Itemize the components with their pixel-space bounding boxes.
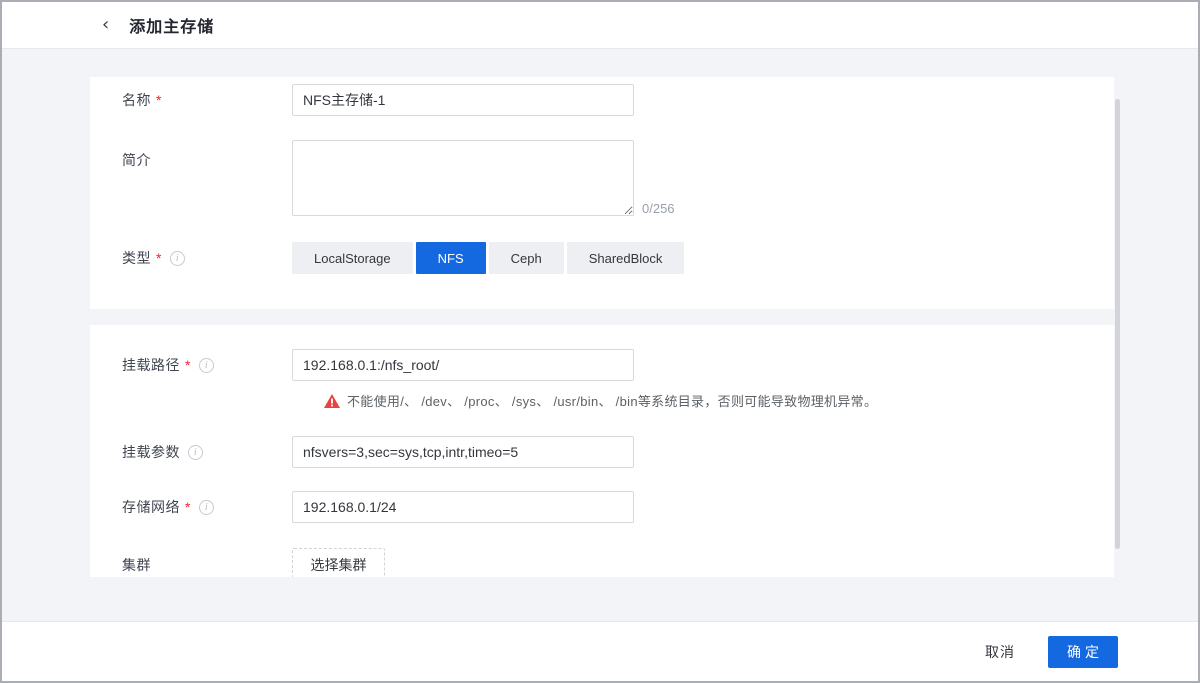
- mount-path-input[interactable]: [292, 349, 634, 381]
- name-row: 名称*: [90, 77, 1114, 116]
- select-cluster-button[interactable]: 选择集群: [292, 548, 385, 577]
- storage-network-label: 存储网络* i: [122, 497, 292, 517]
- mount-options-info-icon[interactable]: i: [188, 445, 203, 460]
- mount-path-warning: 不能使用/、 /dev、 /proc、 /sys、 /usr/bin、 /bin…: [90, 391, 1114, 410]
- type-info-icon[interactable]: i: [170, 251, 185, 266]
- type-option-nfs[interactable]: NFS: [416, 242, 486, 274]
- page-footer: 取消 确定: [2, 621, 1198, 681]
- warning-text: 不能使用/、 /dev、 /proc、 /sys、 /usr/bin、 /bin…: [347, 391, 877, 410]
- mount-path-label: 挂载路径* i: [122, 355, 292, 375]
- mount-path-info-icon[interactable]: i: [199, 358, 214, 373]
- required-mark: *: [156, 92, 162, 108]
- storage-network-input[interactable]: [292, 491, 634, 523]
- cancel-button[interactable]: 取消: [985, 642, 1015, 662]
- description-row: 简介 0/256: [90, 140, 1114, 216]
- mount-options-row: 挂载参数 i: [90, 436, 1114, 468]
- mount-path-row: 挂载路径* i: [90, 325, 1114, 381]
- type-button-group: LocalStorageNFSCephSharedBlock: [292, 242, 684, 274]
- cluster-label: 集群: [122, 555, 292, 575]
- required-mark: *: [156, 250, 162, 266]
- type-row: 类型* i LocalStorageNFSCephSharedBlock: [90, 242, 1114, 274]
- description-label: 简介: [122, 140, 292, 170]
- storage-network-info-icon[interactable]: i: [199, 500, 214, 515]
- name-label: 名称*: [122, 90, 292, 110]
- type-option-ceph[interactable]: Ceph: [489, 242, 564, 274]
- required-mark: *: [185, 499, 191, 515]
- mount-options-input[interactable]: [292, 436, 634, 468]
- mount-options-label: 挂载参数 i: [122, 442, 292, 462]
- description-textarea[interactable]: [292, 140, 634, 216]
- type-option-sharedblock[interactable]: SharedBlock: [567, 242, 685, 274]
- add-primary-storage-page: ‹ 添加主存储 名称* 简介 0/256 类型* i LocalStorageN…: [0, 0, 1200, 683]
- page-header: ‹ 添加主存储: [2, 2, 1198, 49]
- confirm-button[interactable]: 确定: [1048, 636, 1118, 668]
- char-counter: 0/256: [642, 201, 675, 216]
- scrollbar-thumb[interactable]: [1115, 99, 1120, 549]
- type-option-localstorage[interactable]: LocalStorage: [292, 242, 413, 274]
- page-title: 添加主存储: [129, 13, 214, 37]
- name-input[interactable]: [292, 84, 634, 116]
- required-mark: *: [185, 357, 191, 373]
- back-icon[interactable]: ‹: [102, 16, 109, 34]
- storage-network-row: 存储网络* i: [90, 491, 1114, 523]
- type-label: 类型* i: [122, 248, 292, 268]
- nfs-settings-card: 挂载路径* i 不能使用/、 /dev、 /proc、 /sys、 /usr/b…: [90, 325, 1114, 577]
- warning-triangle-icon: [324, 394, 340, 408]
- basic-info-card: 名称* 简介 0/256 类型* i LocalStorageNFSCephSh…: [90, 77, 1114, 309]
- cluster-row: 集群 选择集群: [90, 548, 1114, 577]
